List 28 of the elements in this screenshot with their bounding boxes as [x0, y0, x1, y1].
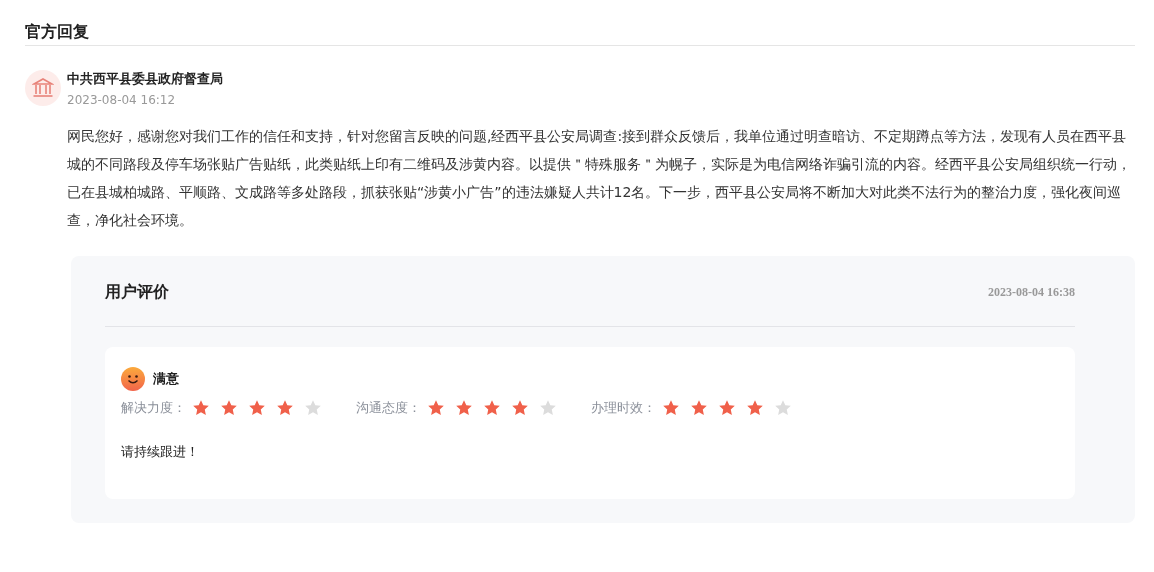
rating-label: 办理时效：: [591, 399, 656, 417]
star-icon: [662, 399, 680, 417]
star-icon: [192, 399, 210, 417]
star-icon: [427, 399, 445, 417]
star-icon: [304, 399, 322, 417]
satisfaction-label: 满意: [153, 370, 179, 388]
star-icon: [276, 399, 294, 417]
rating-label: 解决力度：: [121, 399, 186, 417]
smiley-icon: [121, 367, 145, 391]
reply-text: 网民您好，感谢您对我们工作的信任和支持，针对您留言反映的问题,经西平县公安局调查:接到群众反馈后，我单位通过明查暗访、不定期蹲点等方法，发现有人员在西平县城的不同路段及停车场张贴广告贴纸，此类贴纸上印有二维码及涉黄内容。以提供＂特殊服务＂为幌子，实际是为电信网络诈骗引流的内容。经西平县公安局组织统一行动，已在县城柏城路、平顺路、文成路等多处路段，抓获张贴“涉黄小广告”的违法嫌疑人共计12名。下一步，西平县公安局将不断加大对此类不法行为的整治力度，强化夜间巡查，净化社会环境。: [67, 127, 1132, 230]
rating-label: 沟通态度：: [356, 399, 421, 417]
star-icon: [718, 399, 736, 417]
evaluation-title: 用户评价: [105, 281, 169, 303]
star-icon: [483, 399, 501, 417]
star-icon: [690, 399, 708, 417]
evaluation-time: 2023-08-04 16:38: [988, 284, 1075, 300]
star-icon: [220, 399, 238, 417]
star-icon: [746, 399, 764, 417]
star-icon: [455, 399, 473, 417]
section-title: 官方回复: [25, 21, 90, 43]
comment-text: 请持续跟进！: [121, 443, 200, 461]
star-icon: [774, 399, 792, 417]
star-icon: [511, 399, 529, 417]
building-icon: [25, 70, 61, 106]
reply-time: 2023-08-04 16:12: [67, 92, 177, 108]
star-icon: [539, 399, 557, 417]
star-icon: [248, 399, 266, 417]
author-name: 中共西平县委县政府督查局: [67, 71, 223, 87]
